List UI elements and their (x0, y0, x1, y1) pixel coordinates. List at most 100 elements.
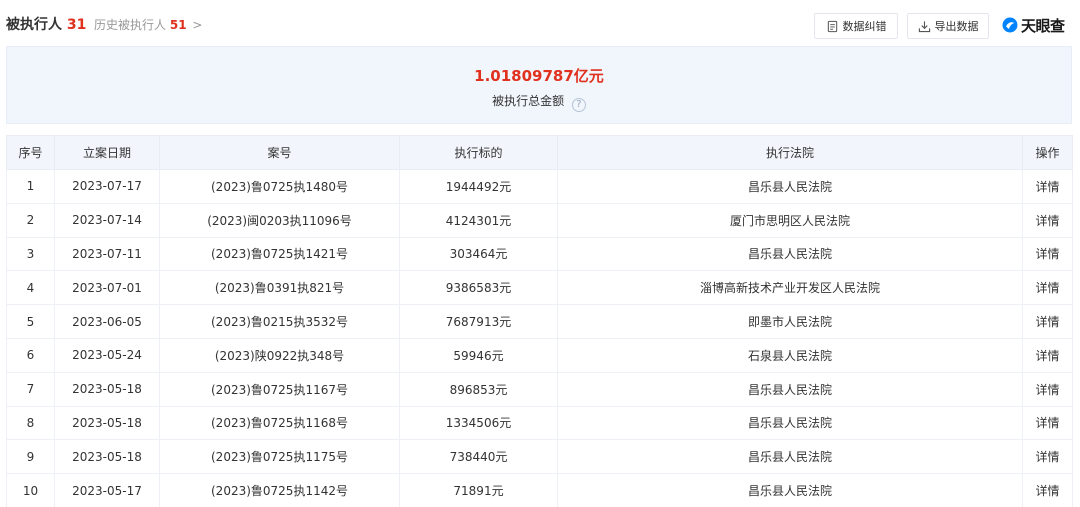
cell-date: 2023-05-18 (54, 405, 160, 441)
title-text: 被执行人 (6, 17, 62, 33)
cell-date: 2023-05-24 (54, 337, 160, 373)
total-amount-label-text: 被执行总金额 (492, 94, 565, 108)
cell-date: 2023-05-18 (54, 439, 160, 475)
cell-case-number: (2023)鲁0215执3532号 (159, 304, 400, 339)
table-row: 7 2023-05-18 (2023)鲁0725执1167号 896853元 昌乐县人民… (6, 371, 1073, 407)
cell-court: 昌乐县人民法院 (557, 473, 1023, 507)
cell-case-number: (2023)陕0922执348号 (159, 337, 400, 373)
cell-date: 2023-07-11 (54, 236, 160, 272)
column-header-court: 执行法院 (557, 135, 1023, 170)
cell-case-number: (2023)鲁0725执1168号 (159, 405, 400, 441)
table-row: 4 2023-07-01 (2023)鲁0391执821号 9386583元 淄博高新技… (6, 270, 1073, 306)
table-row: 10 2023-05-17 (2023)鲁0725执1142号 71891元 昌乐县人民… (6, 473, 1073, 507)
data-correction-button[interactable]: 数据纠错 (814, 13, 898, 39)
detail-link[interactable]: 详情 (1022, 304, 1073, 339)
enforcement-table: 序号 立案日期 案号 执行标的 执行法院 操作 1 2023-07-17 (2023… (6, 135, 1073, 507)
cell-index: 2 (6, 202, 55, 238)
cell-court: 石泉县人民法院 (557, 337, 1023, 373)
cell-case-number: (2023)鲁0725执1175号 (159, 439, 400, 475)
cell-case-number: (2023)闽0203执11096号 (159, 202, 400, 238)
column-header-case-number: 案号 (159, 135, 400, 170)
cell-amount: 4124301元 (399, 202, 558, 238)
export-data-button[interactable]: 导出数据 (907, 13, 989, 39)
detail-link[interactable]: 详情 (1022, 270, 1073, 306)
cell-date: 2023-07-01 (54, 270, 160, 306)
column-header-index: 序号 (6, 135, 55, 170)
cell-date: 2023-07-17 (54, 169, 160, 204)
tianyancha-logo-icon (1002, 17, 1018, 33)
cell-amount: 71891元 (399, 473, 558, 507)
cell-court: 昌乐县人民法院 (557, 405, 1023, 441)
total-amount-label: 被执行总金额 ? (7, 92, 1071, 112)
question-circle-icon[interactable]: ? (571, 98, 586, 112)
brand-name: 天眼查 (1021, 16, 1065, 35)
brand-logo: 天眼查 (1002, 14, 1065, 36)
cell-court: 昌乐县人民法院 (557, 236, 1023, 272)
column-header-date: 立案日期 (54, 135, 160, 170)
history-link[interactable]: 历史被执行人 51 > (94, 16, 202, 33)
cell-court: 即墨市人民法院 (557, 304, 1023, 339)
document-icon (827, 20, 837, 32)
detail-link[interactable]: 详情 (1022, 405, 1073, 441)
cell-amount: 1334506元 (399, 405, 558, 441)
section-header: 被执行人 31 历史被执行人 51 > 数据纠错 导出数据 天眼查 (0, 0, 1080, 46)
cell-index: 3 (6, 236, 55, 272)
table-row: 3 2023-07-11 (2023)鲁0725执1421号 303464元 昌乐县人民… (6, 236, 1073, 272)
download-icon (918, 20, 930, 32)
detail-link[interactable]: 详情 (1022, 169, 1073, 204)
summary-panel: 1.01809787亿元 被执行总金额 ? (6, 46, 1072, 124)
cell-index: 7 (6, 371, 55, 407)
cell-amount: 59946元 (399, 337, 558, 373)
cell-amount: 738440元 (399, 439, 558, 475)
table-row: 2 2023-07-14 (2023)闽0203执11096号 4124301元 厦门市… (6, 202, 1073, 238)
cell-court: 淄博高新技术产业开发区人民法院 (557, 270, 1023, 306)
cell-amount: 896853元 (399, 371, 558, 407)
cell-index: 10 (6, 473, 55, 507)
cell-date: 2023-07-14 (54, 202, 160, 238)
export-data-label: 导出数据 (934, 20, 979, 33)
table-row: 8 2023-05-18 (2023)鲁0725执1168号 1334506元 昌乐县人… (6, 405, 1073, 441)
detail-link[interactable]: 详情 (1022, 371, 1073, 407)
section-title: 被执行人 31 (6, 14, 86, 34)
history-label: 历史被执行人 (94, 18, 167, 32)
cell-index: 4 (6, 270, 55, 306)
cell-case-number: (2023)鲁0725执1167号 (159, 371, 400, 407)
cell-case-number: (2023)鲁0725执1480号 (159, 169, 400, 204)
cell-index: 9 (6, 439, 55, 475)
cell-date: 2023-06-05 (54, 304, 160, 339)
title-count: 31 (66, 17, 87, 33)
table-body: 1 2023-07-17 (2023)鲁0725执1480号 1944492元 昌乐县人… (6, 169, 1073, 507)
cell-amount: 1944492元 (399, 169, 558, 204)
detail-link[interactable]: 详情 (1022, 236, 1073, 272)
total-amount: 1.01809787亿元 (474, 67, 604, 85)
history-count: 51 (169, 18, 187, 32)
cell-court: 昌乐县人民法院 (557, 169, 1023, 204)
cell-court: 厦门市思明区人民法院 (557, 202, 1023, 238)
table-row: 6 2023-05-24 (2023)陕0922执348号 59946元 石泉县人民法院… (6, 337, 1073, 373)
cell-case-number: (2023)鲁0725执1421号 (159, 236, 400, 272)
detail-link[interactable]: 详情 (1022, 439, 1073, 475)
cell-index: 6 (6, 337, 55, 373)
table-row: 9 2023-05-18 (2023)鲁0725执1175号 738440元 昌乐县人民… (6, 439, 1073, 475)
cell-court: 昌乐县人民法院 (557, 439, 1023, 475)
table-row: 1 2023-07-17 (2023)鲁0725执1480号 1944492元 昌乐县人… (6, 169, 1073, 204)
cell-case-number: (2023)鲁0391执821号 (159, 270, 400, 306)
cell-index: 5 (6, 304, 55, 339)
cell-index: 1 (6, 169, 55, 204)
detail-link[interactable]: 详情 (1022, 202, 1073, 238)
detail-link[interactable]: 详情 (1022, 473, 1073, 507)
table-header-row: 序号 立案日期 案号 执行标的 执行法院 操作 (6, 135, 1073, 170)
cell-court: 昌乐县人民法院 (557, 371, 1023, 407)
cell-date: 2023-05-18 (54, 371, 160, 407)
chevron-right-icon: > (192, 18, 203, 32)
cell-case-number: (2023)鲁0725执1142号 (159, 473, 400, 507)
cell-amount: 7687913元 (399, 304, 558, 339)
cell-index: 8 (6, 405, 55, 441)
table-row: 5 2023-06-05 (2023)鲁0215执3532号 7687913元 即墨市人… (6, 304, 1073, 339)
cell-date: 2023-05-17 (54, 473, 160, 507)
detail-link[interactable]: 详情 (1022, 337, 1073, 373)
data-correction-label: 数据纠错 (842, 20, 887, 33)
cell-amount: 303464元 (399, 236, 558, 272)
column-header-action: 操作 (1022, 135, 1073, 170)
cell-amount: 9386583元 (399, 270, 558, 306)
